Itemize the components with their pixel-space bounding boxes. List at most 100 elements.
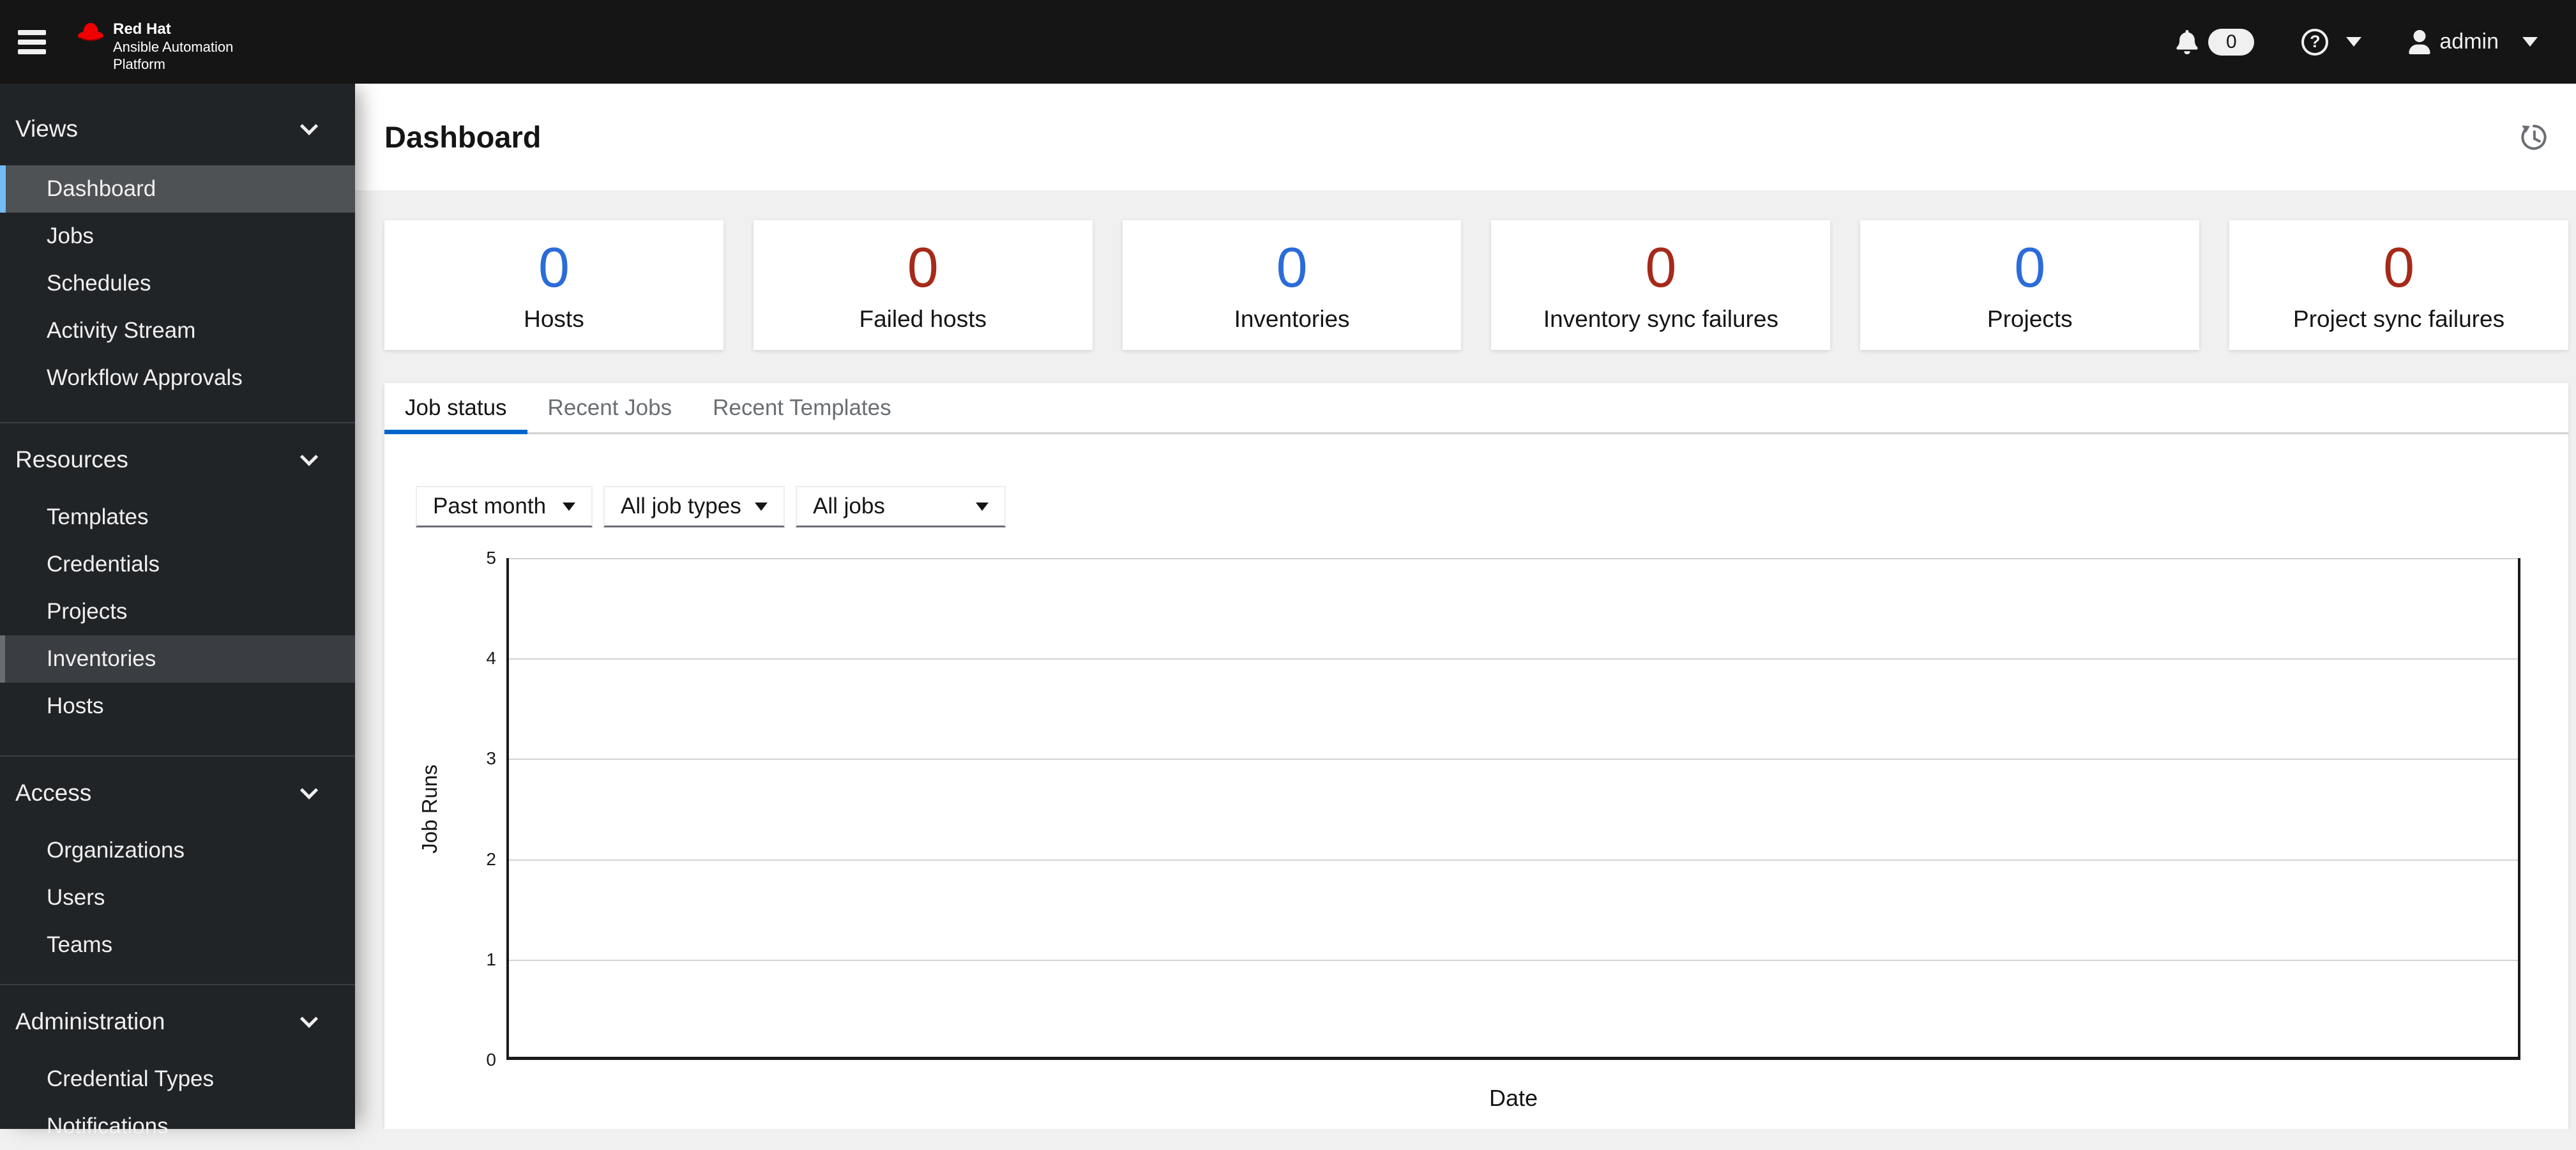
user-icon[interactable] (2409, 29, 2431, 54)
card-value: 0 (1645, 236, 1677, 299)
card-value: 0 (907, 236, 939, 299)
card-inventory-sync-failures[interactable]: 0 Inventory sync failures (1491, 220, 1831, 350)
card-label: Failed hosts (859, 306, 987, 332)
sidebar-item-label: Teams (47, 932, 113, 957)
sidebar-item-templates[interactable]: Templates (0, 494, 355, 541)
bell-icon[interactable] (2176, 29, 2199, 54)
y-tick-label: 0 (486, 1050, 496, 1070)
card-label: Inventory sync failures (1543, 306, 1778, 332)
nav-section-label: Access (15, 780, 92, 806)
gridline (509, 859, 2518, 861)
job-type-select-value: All job types (621, 494, 741, 518)
nav-section-header-views[interactable]: Views (15, 110, 319, 148)
chevron-down-icon (299, 1010, 319, 1028)
page-header: Dashboard (355, 84, 2576, 190)
job-runs-chart: Job Runs 5 4 3 2 1 0 Date (384, 548, 2568, 1129)
sidebar-item-dashboard[interactable]: Dashboard (0, 165, 355, 213)
tab-recent-jobs[interactable]: Recent Jobs (527, 383, 693, 432)
masthead-toolbar: 0 ? admin (2176, 28, 2538, 56)
sidebar-item-notifications[interactable]: Notifications (0, 1103, 355, 1150)
nav-section-views: Views Dashboard Jobs Schedules Activity … (0, 84, 355, 402)
card-inventories[interactable]: 0 Inventories (1122, 220, 1462, 350)
card-label: Hosts (524, 306, 584, 332)
hamburger-icon[interactable] (18, 29, 46, 54)
nav-items: Templates Credentials Projects Inventori… (0, 494, 355, 730)
sidebar-item-label: Projects (47, 599, 128, 624)
sidebar-item-jobs[interactable]: Jobs (0, 213, 355, 260)
caret-down-icon[interactable] (2346, 37, 2362, 47)
sidebar-item-projects[interactable]: Projects (0, 588, 355, 635)
sidebar-item-label: Credentials (47, 552, 160, 577)
user-menu-label[interactable]: admin (2439, 29, 2499, 54)
card-projects[interactable]: 0 Projects (1860, 220, 2200, 350)
nav-section-label: Views (15, 116, 79, 142)
sidebar-item-credential-types[interactable]: Credential Types (0, 1055, 355, 1103)
nav-section-label: Resources (15, 446, 128, 473)
sidebar-item-label: Schedules (47, 271, 151, 296)
sidebar-item-label: Hosts (47, 693, 104, 718)
job-filter-select-value: All jobs (813, 494, 885, 518)
question-circle-icon[interactable]: ? (2301, 28, 2329, 56)
gridline (509, 960, 2518, 961)
brand-text: Red Hat Ansible Automation Platform (113, 20, 233, 73)
y-axis-label: Job Runs (418, 764, 441, 854)
card-value: 0 (538, 236, 570, 299)
sidebar-item-label: Dashboard (47, 176, 156, 201)
summary-cards-row: 0 Hosts 0 Failed hosts 0 Inventories 0 I… (384, 220, 2568, 350)
sidebar-item-schedules[interactable]: Schedules (0, 260, 355, 307)
card-failed-hosts[interactable]: 0 Failed hosts (753, 220, 1093, 350)
sidebar-item-label: Users (47, 885, 105, 910)
gridline (509, 558, 2518, 559)
nav-section-label: Administration (15, 1008, 165, 1034)
nav-items: Dashboard Jobs Schedules Activity Stream… (0, 165, 355, 402)
card-label: Project sync failures (2293, 306, 2505, 332)
chevron-down-icon (299, 781, 319, 799)
notification-count-badge[interactable]: 0 (2208, 28, 2255, 56)
nav-section-header-resources[interactable]: Resources (15, 441, 319, 478)
caret-down-icon (976, 502, 989, 511)
caret-down-icon[interactable] (2522, 37, 2538, 47)
sidebar-nav: Views Dashboard Jobs Schedules Activity … (0, 84, 355, 1139)
brand-line-1: Red Hat (113, 20, 171, 38)
sidebar-item-organizations[interactable]: Organizations (0, 827, 355, 874)
job-status-panel: Job status Recent Jobs Recent Templates … (384, 383, 2568, 1129)
chevron-down-icon (299, 117, 319, 135)
period-select[interactable]: Past month (416, 486, 593, 527)
card-value: 0 (1276, 236, 1308, 299)
nav-section-header-access[interactable]: Access (15, 775, 319, 812)
x-axis-label: Date (1489, 1085, 1538, 1111)
nav-section-resources: Resources Templates Credentials Projects… (0, 423, 355, 730)
sidebar-item-label: Credential Types (47, 1066, 215, 1091)
brand-line-2: Ansible Automation (113, 38, 234, 55)
job-filter-select[interactable]: All jobs (796, 486, 1006, 527)
card-project-sync-failures[interactable]: 0 Project sync failures (2229, 220, 2568, 350)
sidebar-item-hosts[interactable]: Hosts (0, 683, 355, 730)
sidebar-item-users[interactable]: Users (0, 874, 355, 921)
brand-line-3: Platform (113, 56, 165, 72)
sidebar-item-workflow-approvals[interactable]: Workflow Approvals (0, 354, 355, 402)
caret-down-icon (563, 502, 575, 511)
sidebar-item-label: Jobs (47, 223, 94, 248)
sidebar-item-credentials[interactable]: Credentials (0, 541, 355, 588)
job-type-select[interactable]: All job types (603, 486, 785, 527)
nav-items: Credential Types Notifications (0, 1055, 355, 1150)
card-value: 0 (2383, 236, 2415, 299)
y-tick-label: 1 (486, 950, 496, 969)
sidebar-item-inventories[interactable]: Inventories (0, 635, 355, 683)
nav-items: Organizations Users Teams (0, 827, 355, 969)
sidebar-item-activity-stream[interactable]: Activity Stream (0, 307, 355, 354)
y-tick-label: 3 (486, 748, 496, 768)
masthead: Red Hat Ansible Automation Platform 0 ? … (0, 0, 2576, 84)
history-icon[interactable] (2520, 123, 2548, 151)
tab-recent-templates[interactable]: Recent Templates (692, 383, 912, 432)
chart-filters: Past month All job types All jobs (416, 486, 2568, 527)
period-select-value: Past month (433, 494, 547, 518)
sidebar-item-teams[interactable]: Teams (0, 921, 355, 969)
card-hosts[interactable]: 0 Hosts (384, 220, 724, 350)
sidebar-item-label: Inventories (47, 646, 156, 671)
sidebar-item-label: Workflow Approvals (47, 365, 243, 390)
chevron-down-icon (299, 448, 319, 466)
tab-job-status[interactable]: Job status (384, 383, 527, 434)
card-label: Inventories (1234, 306, 1350, 332)
nav-section-header-administration[interactable]: Administration (15, 1003, 319, 1040)
